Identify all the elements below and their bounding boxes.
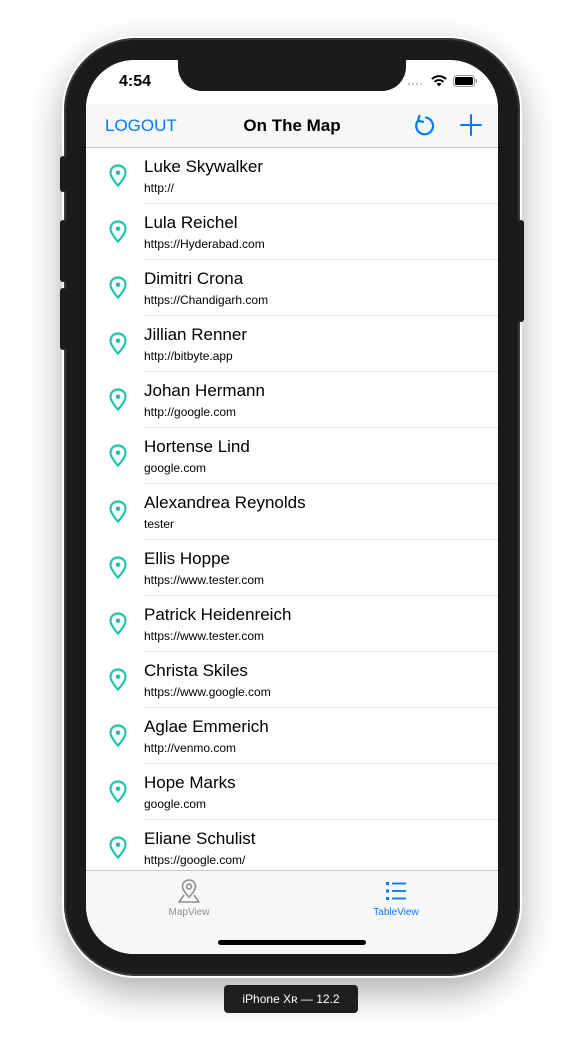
student-url: google.com bbox=[144, 797, 207, 811]
student-url: https://www.tester.com bbox=[144, 573, 265, 587]
screen: 4:54 LOGOUT On The Map Luke Skywalker htt… bbox=[86, 60, 498, 954]
student-url: http://bitbyte.app bbox=[144, 349, 233, 363]
tab-label-tableview: TableView bbox=[373, 907, 419, 918]
student-name: Christa Skiles bbox=[144, 661, 248, 680]
student-name: Aglae Emmerich bbox=[144, 717, 269, 736]
student-name: Jillian Renner bbox=[144, 325, 247, 344]
table-row[interactable]: Alexandrea Reynolds tester bbox=[86, 484, 498, 540]
table-row[interactable]: Aglae Emmerich http://venmo.com bbox=[86, 708, 498, 764]
student-url: tester bbox=[144, 517, 175, 531]
table-row[interactable]: Dimitri Crona https://Chandigarh.com bbox=[86, 260, 498, 316]
status-time: 4:54 bbox=[119, 73, 152, 90]
student-url: https://Chandigarh.com bbox=[144, 293, 269, 307]
student-url: https://Hyderabad.com bbox=[144, 237, 265, 251]
location-pin-icon bbox=[109, 500, 127, 524]
table-row[interactable]: Eliane Schulist https://google.com/ bbox=[86, 820, 498, 870]
location-pin-icon bbox=[109, 276, 127, 300]
map-pin-icon bbox=[178, 879, 200, 903]
refresh-icon[interactable] bbox=[411, 112, 437, 138]
tab-mapview[interactable]: MapView bbox=[119, 877, 259, 918]
tab-label-mapview: MapView bbox=[168, 907, 210, 918]
location-pin-icon bbox=[109, 444, 127, 468]
student-name: Johan Hermann bbox=[144, 381, 265, 400]
home-indicator bbox=[218, 940, 366, 945]
location-pin-icon bbox=[109, 556, 127, 580]
table-row[interactable]: Luke Skywalker http:// bbox=[86, 148, 498, 204]
location-pin-icon bbox=[109, 836, 127, 860]
student-name: Patrick Heidenreich bbox=[144, 605, 292, 624]
student-url: google.com bbox=[144, 461, 207, 475]
location-pin-icon bbox=[109, 164, 127, 188]
navigation-bar: LOGOUT On The Map bbox=[86, 104, 498, 148]
student-name: Lula Reichel bbox=[144, 213, 238, 232]
battery-icon bbox=[453, 75, 478, 87]
location-pin-icon bbox=[109, 388, 127, 412]
cellular-signal-icon bbox=[407, 82, 423, 86]
student-url: http:// bbox=[144, 181, 175, 195]
student-name: Dimitri Crona bbox=[144, 269, 244, 288]
mute-switch bbox=[60, 156, 66, 192]
table-row[interactable]: Ellis Hoppe https://www.tester.com bbox=[86, 540, 498, 596]
tab-tableview[interactable]: TableView bbox=[326, 877, 466, 918]
power-button bbox=[518, 220, 524, 322]
location-pin-icon bbox=[109, 220, 127, 244]
student-url: http://google.com bbox=[144, 405, 237, 419]
location-pin-icon bbox=[109, 612, 127, 636]
volume-down-button bbox=[60, 288, 66, 350]
student-name: Hortense Lind bbox=[144, 437, 250, 456]
location-pin-icon bbox=[109, 724, 127, 748]
student-table: Luke Skywalker http:// Lula Reichel https:/… bbox=[86, 148, 498, 870]
student-name: Eliane Schulist bbox=[144, 829, 256, 848]
status-icons bbox=[407, 74, 478, 88]
student-url: https://google.com/ bbox=[144, 853, 246, 867]
student-url: https://www.tester.com bbox=[144, 629, 265, 643]
student-name: Ellis Hoppe bbox=[144, 549, 230, 568]
table-row[interactable]: Jillian Renner http://bitbyte.app bbox=[86, 316, 498, 372]
table-row[interactable]: Hope Marks google.com bbox=[86, 764, 498, 820]
add-icon[interactable] bbox=[458, 112, 484, 138]
student-name: Hope Marks bbox=[144, 773, 236, 792]
student-name: Alexandrea Reynolds bbox=[144, 493, 306, 512]
volume-up-button bbox=[60, 220, 66, 282]
device-label: iPhone Xʀ — 12.2 bbox=[224, 985, 358, 1013]
location-pin-icon bbox=[109, 668, 127, 692]
location-pin-icon bbox=[109, 332, 127, 356]
table-row[interactable]: Lula Reichel https://Hyderabad.com bbox=[86, 204, 498, 260]
student-url: https://www.google.com bbox=[144, 685, 271, 699]
table-row[interactable]: Hortense Lind google.com bbox=[86, 428, 498, 484]
student-name: Luke Skywalker bbox=[144, 157, 264, 176]
table-row[interactable]: Christa Skiles https://www.google.com bbox=[86, 652, 498, 708]
table-row[interactable]: Patrick Heidenreich https://www.tester.co… bbox=[86, 596, 498, 652]
list-icon bbox=[386, 882, 406, 900]
wifi-icon bbox=[431, 75, 447, 87]
table-row[interactable]: Johan Hermann http://google.com bbox=[86, 372, 498, 428]
notch bbox=[178, 60, 406, 91]
location-pin-icon bbox=[109, 780, 127, 804]
student-url: http://venmo.com bbox=[144, 741, 237, 755]
